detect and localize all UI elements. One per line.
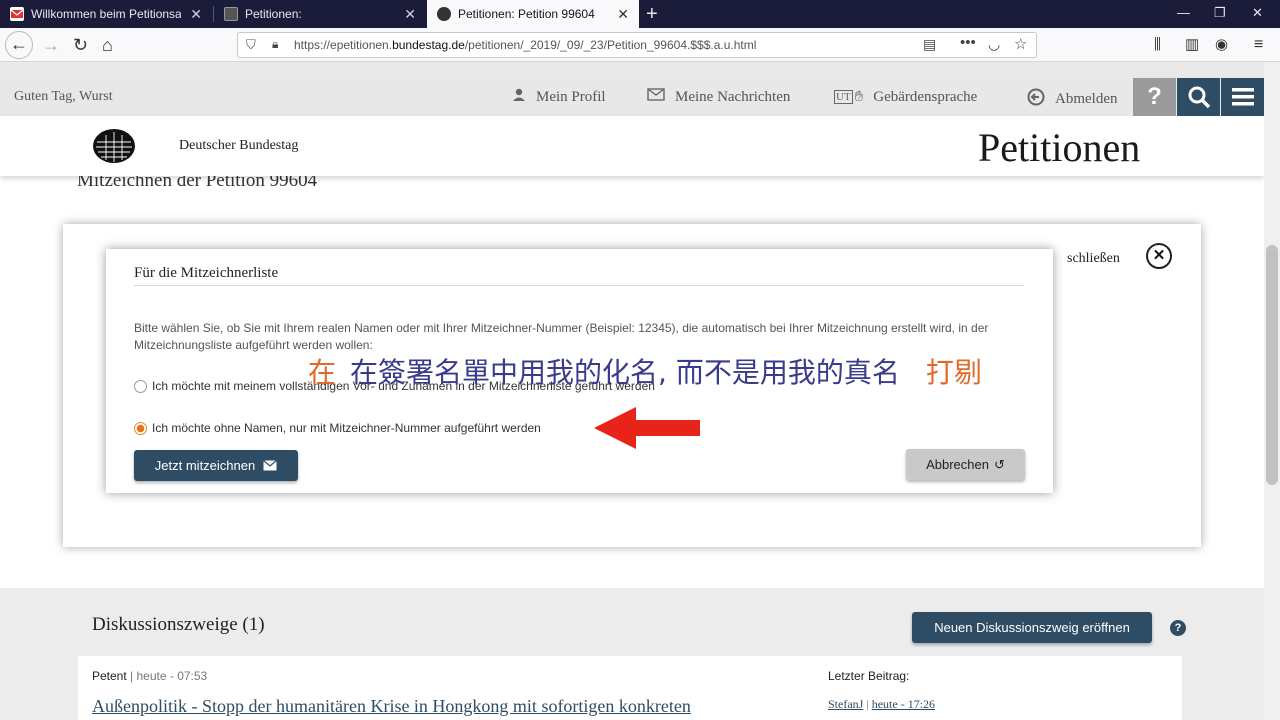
bundestag-eagle-logo[interactable] xyxy=(91,126,137,166)
annotation-overlay: 在在簽署名單中用我的化名, 而不是用我的真名 打剔 xyxy=(308,351,982,391)
browser-nav-bar: ← → ↻ ⌂ ⛉ 🔒︎ https://epetitionen.bundest… xyxy=(0,28,1280,62)
browser-tab-bar: Willkommen beim Petitionsausschuss ✕ Pet… xyxy=(0,0,1280,28)
radio-option-number[interactable]: Ich möchte ohne Namen, nur mit Mitzeichn… xyxy=(134,421,541,435)
user-icon xyxy=(512,88,526,107)
institution-name[interactable]: Deutscher Bundestag xyxy=(179,138,298,154)
tab-petition-99604[interactable]: Petitionen: Petition 99604 ✕ xyxy=(427,0,639,28)
sign-now-button[interactable]: Jetzt mitzeichnen xyxy=(134,450,298,481)
tab-close-icon[interactable]: ✕ xyxy=(190,6,202,23)
nav-logout[interactable]: Abmelden xyxy=(1027,88,1117,111)
logout-icon xyxy=(1027,88,1045,111)
undo-icon: ↺ xyxy=(993,456,1005,472)
envelope-icon xyxy=(647,88,665,106)
ut-icon: UT xyxy=(834,90,853,104)
eagle-icon xyxy=(437,7,451,21)
close-label[interactable]: schließen xyxy=(1067,251,1120,267)
radio-number-selected[interactable] xyxy=(134,421,147,435)
menu-button[interactable] xyxy=(1221,78,1264,116)
last-user-link[interactable]: StefanJ xyxy=(828,697,863,711)
tab-close-icon[interactable]: ✕ xyxy=(404,6,416,23)
annotation-suffix: 打剔 xyxy=(925,356,982,389)
more-actions-icon[interactable]: ••• xyxy=(960,34,976,51)
tab-close-icon[interactable]: ✕ xyxy=(617,6,629,23)
search-icon xyxy=(1188,86,1210,109)
url-text[interactable]: https://epetitionen.bundestag.de/petitio… xyxy=(294,38,756,52)
tab-welcome[interactable]: Willkommen beim Petitionsausschuss ✕ xyxy=(0,0,212,28)
home-icon[interactable]: ⌂ xyxy=(102,34,113,56)
thread-meta: Petent | heute - 07:53 xyxy=(92,669,208,683)
new-thread-button[interactable]: Neuen Diskussionszweig eröffnen xyxy=(912,612,1152,643)
site-header: Deutscher Bundestag Petitionen xyxy=(0,116,1264,176)
reload-icon[interactable]: ↻ xyxy=(73,34,88,56)
hamburger-icon xyxy=(1231,88,1254,106)
reader-view-icon[interactable]: ▤ xyxy=(923,36,936,53)
forward-arrow-icon[interactable]: → xyxy=(42,34,60,56)
menu-icon[interactable]: ≡ xyxy=(1254,34,1263,56)
page-icon xyxy=(224,7,238,21)
thread-title-link[interactable]: Außenpolitik - Stopp der humanitären Kri… xyxy=(92,696,691,717)
dialog-title: Für die Mitzeichnerliste xyxy=(134,265,279,281)
mail-icon xyxy=(10,7,24,21)
new-tab-icon[interactable]: + xyxy=(646,3,658,26)
url-bar[interactable]: ⛉ 🔒︎ https://epetitionen.bundestag.de/pe… xyxy=(237,32,1037,58)
last-post-label: Letzter Beitrag: xyxy=(828,669,910,683)
nav-my-profile[interactable]: Mein Profil xyxy=(512,88,606,107)
envelope-icon xyxy=(263,460,278,471)
hands-icon: ✋︎ xyxy=(854,89,864,105)
section-title[interactable]: Petitionen xyxy=(978,124,1140,171)
lock-icon[interactable]: 🔒︎ xyxy=(272,37,278,52)
library-icon[interactable]: ⫼ xyxy=(1154,34,1161,56)
bookmark-star-icon[interactable]: ☆ xyxy=(1014,35,1027,53)
red-arrow-icon xyxy=(594,407,700,449)
cancel-button[interactable]: Abbrechen ↺ xyxy=(906,449,1025,480)
account-icon[interactable]: ◉ xyxy=(1215,34,1228,56)
greeting: Guten Tag, Wurst xyxy=(14,89,113,104)
search-button[interactable] xyxy=(1177,78,1220,116)
tab-petitionen[interactable]: Petitionen: ✕ xyxy=(214,0,426,28)
nav-my-messages[interactable]: Meine Nachrichten xyxy=(647,88,790,106)
dialog-description: Bitte wählen Sie, ob Sie mit Ihrem reale… xyxy=(134,321,989,352)
discussion-title: Diskussionszweige (1) xyxy=(92,614,265,635)
divider xyxy=(134,285,1024,286)
shield-icon[interactable]: ⛉ xyxy=(246,37,256,53)
pocket-icon[interactable]: ◡ xyxy=(988,36,1000,53)
annotation-prefix: 在 xyxy=(308,356,337,389)
question-icon[interactable]: ? xyxy=(1170,620,1186,636)
radio-fullname[interactable] xyxy=(134,379,147,393)
nav-sign-language[interactable]: UT ✋︎ Gebärdensprache xyxy=(834,88,977,106)
scrollbar-thumb[interactable] xyxy=(1266,245,1278,485)
restore-icon[interactable]: ❐ xyxy=(1214,5,1226,21)
site-nav-bar: Guten Tag, Wurst Mein Profil Meine Nachr… xyxy=(0,78,1264,116)
close-icon[interactable]: ✕ xyxy=(1146,243,1172,269)
last-post-info: StefanJ | heute - 17:26 xyxy=(828,697,936,711)
last-time-link[interactable]: heute - 17:26 xyxy=(872,697,935,711)
back-arrow-icon[interactable]: ← xyxy=(5,31,33,59)
minimize-icon[interactable]: — xyxy=(1177,5,1190,20)
close-window-icon[interactable]: ✕ xyxy=(1252,5,1263,21)
help-button[interactable]: ? xyxy=(1133,78,1176,116)
annotation-text: 在簽署名單中用我的化名, 而不是用我的真名 xyxy=(350,356,900,389)
sidebar-icon[interactable]: ▥ xyxy=(1185,34,1199,56)
